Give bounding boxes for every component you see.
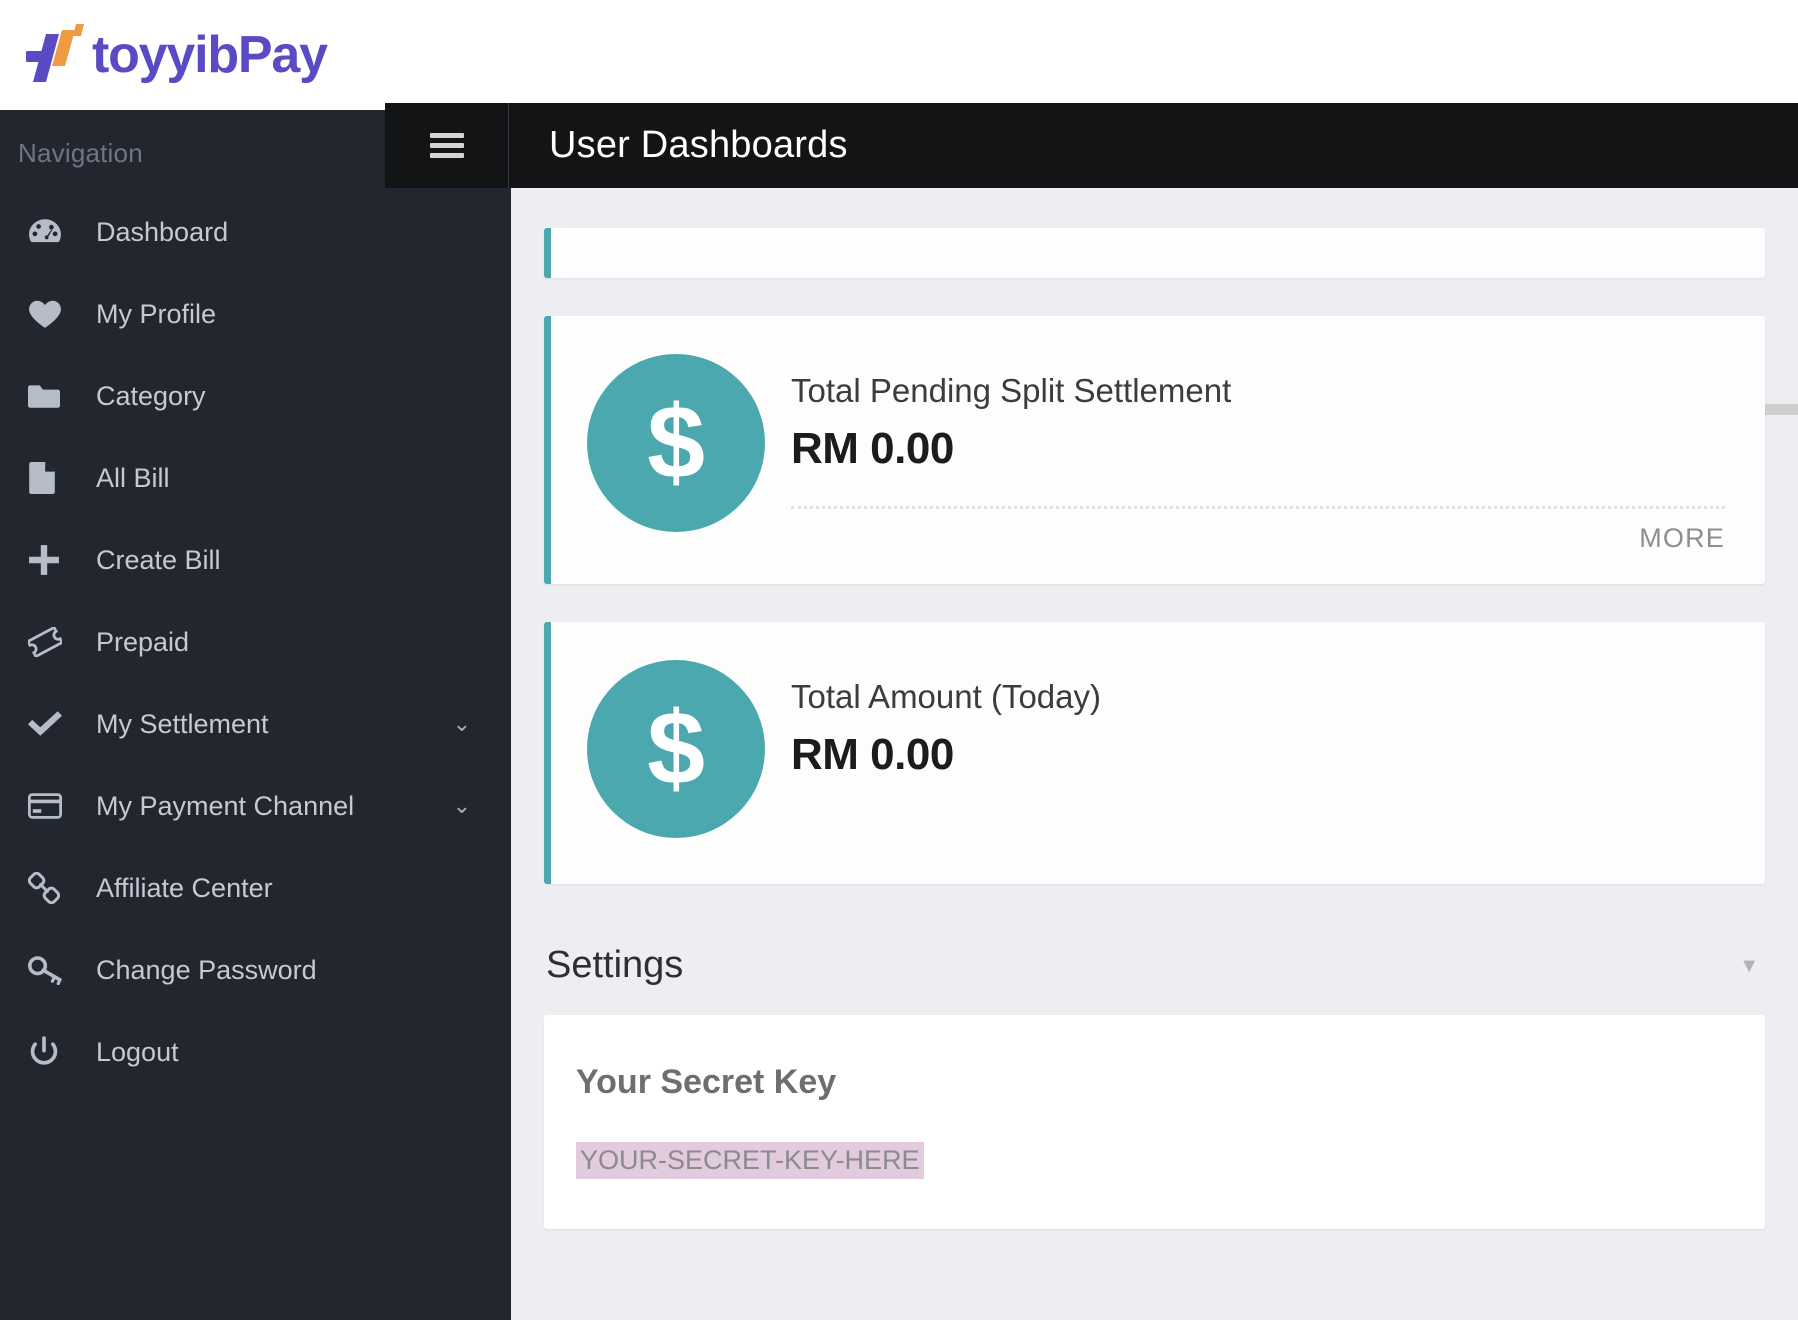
chevron-down-icon: ⌄ [453, 713, 471, 735]
stat-card-pending-split-settlement[interactable]: $ Total Pending Split Settlement RM 0.00… [544, 316, 1765, 584]
stat-body: Total Pending Split Settlement RM 0.00 M… [791, 354, 1725, 554]
sidebar-item-label: Change Password [96, 955, 317, 986]
stat-body: Total Amount (Today) RM 0.00 [791, 660, 1725, 780]
folder-icon [28, 379, 74, 413]
file-icon [28, 461, 74, 495]
card-divider [791, 506, 1725, 509]
credit-card-icon [28, 789, 74, 823]
sidebar: Navigation Dashboard My Profile [0, 110, 511, 1320]
stat-title: Total Pending Split Settlement [791, 372, 1725, 410]
secret-key-label: Your Secret Key [576, 1063, 1721, 1102]
power-icon [28, 1035, 74, 1069]
sidebar-item-label: Create Bill [96, 545, 221, 576]
sidebar-item-label: Affiliate Center [96, 873, 273, 904]
ticket-icon [28, 625, 74, 659]
main-content: $ Total Pending Split Settlement RM 0.00… [511, 188, 1798, 1320]
brand-name: toyyibPay [92, 29, 327, 81]
chevron-down-icon: ⌄ [453, 795, 471, 817]
stat-value: RM 0.00 [791, 730, 1725, 780]
toyyibpay-logo-icon [26, 24, 86, 86]
settings-title: Settings [546, 944, 683, 987]
sidebar-item-my-payment-channel[interactable]: My Payment Channel ⌄ [0, 765, 511, 847]
secret-key-value[interactable]: YOUR-SECRET-KEY-HERE [576, 1142, 924, 1179]
sidebar-item-label: Logout [96, 1037, 179, 1068]
brand-logo[interactable]: toyyibPay [26, 24, 327, 86]
sidebar-item-logout[interactable]: Logout [0, 1011, 511, 1093]
sidebar-item-change-password[interactable]: Change Password [0, 929, 511, 1011]
sidebar-item-category[interactable]: Category [0, 355, 511, 437]
sidebar-item-label: My Payment Channel [96, 791, 354, 822]
hamburger-icon [430, 128, 464, 163]
logo-bar: toyyibPay [0, 0, 1798, 110]
sidebar-item-prepaid[interactable]: Prepaid [0, 601, 511, 683]
key-icon [28, 953, 74, 987]
secret-key-card: Your Secret Key YOUR-SECRET-KEY-HERE [544, 1015, 1765, 1229]
dollar-sign-icon: $ [587, 354, 765, 532]
sidebar-item-label: All Bill [96, 463, 170, 494]
sidebar-item-label: My Profile [96, 299, 216, 330]
nav-list: Dashboard My Profile Category [0, 191, 511, 1093]
tachometer-icon [28, 215, 74, 249]
sidebar-toggle-button[interactable] [385, 103, 509, 188]
caret-down-icon[interactable]: ▼ [1739, 956, 1759, 976]
sidebar-item-label: Dashboard [96, 217, 228, 248]
heart-icon [28, 297, 74, 331]
sidebar-item-my-settlement[interactable]: My Settlement ⌄ [0, 683, 511, 765]
stat-card-clipped[interactable] [544, 228, 1765, 278]
app-root: toyyibPay Navigation Dashboard My Profil… [0, 0, 1798, 1320]
stat-title: Total Amount (Today) [791, 678, 1725, 716]
dollar-sign-icon: $ [587, 660, 765, 838]
sidebar-item-affiliate-center[interactable]: Affiliate Center [0, 847, 511, 929]
stat-card-total-amount-today[interactable]: $ Total Amount (Today) RM 0.00 [544, 622, 1765, 884]
sidebar-item-label: Prepaid [96, 627, 189, 658]
stat-value: RM 0.00 [791, 424, 1725, 474]
page-title: User Dashboards [509, 124, 848, 167]
link-chain-icon [28, 871, 74, 905]
check-icon [28, 707, 74, 741]
sidebar-item-label: My Settlement [96, 709, 269, 740]
sidebar-item-create-bill[interactable]: Create Bill [0, 519, 511, 601]
sidebar-item-dashboard[interactable]: Dashboard [0, 191, 511, 273]
sidebar-item-my-profile[interactable]: My Profile [0, 273, 511, 355]
sidebar-item-label: Category [96, 381, 206, 412]
sidebar-item-all-bill[interactable]: All Bill [0, 437, 511, 519]
plus-icon [28, 543, 74, 577]
more-link[interactable]: MORE [791, 523, 1725, 554]
topbar: User Dashboards [385, 103, 1798, 188]
settings-header: Settings ▼ [544, 944, 1765, 987]
